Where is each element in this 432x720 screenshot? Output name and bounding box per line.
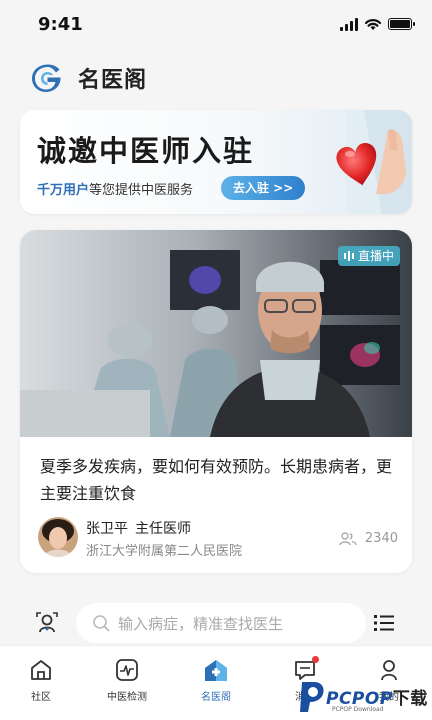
recruit-banner[interactable]: 诚邀中医师入驻 千万用户等您提供中医服务 去入驻 >> xyxy=(20,110,412,214)
status-bar: 9:41 xyxy=(0,0,432,52)
doctor-scan-icon[interactable] xyxy=(36,612,58,634)
viewer-count: 2340 xyxy=(339,531,398,546)
banner-subtitle: 千万用户等您提供中医服务 xyxy=(37,179,193,198)
people-icon xyxy=(339,531,357,545)
search-input[interactable]: 输入病症，精准查找医生 xyxy=(76,603,366,643)
banner-title: 诚邀中医师入驻 xyxy=(37,134,255,168)
nav-label-tcm-test: 中医检测 xyxy=(107,692,147,703)
doctor-hospital: 浙江大学附属第二人民医院 xyxy=(86,544,243,559)
home-icon xyxy=(31,660,51,680)
search-row: 输入病症，精准查找医生 xyxy=(20,603,412,643)
join-button[interactable]: 去入驻 >> xyxy=(221,176,306,200)
banner-subtitle-text: 等您提供中医服务 xyxy=(89,183,194,198)
app-logo-icon xyxy=(32,64,61,92)
nav-label-community: 社区 xyxy=(31,692,51,703)
list-menu-icon[interactable] xyxy=(374,614,394,632)
avatar xyxy=(38,517,78,557)
status-icons xyxy=(340,17,415,31)
battery-icon xyxy=(388,18,415,30)
live-badge: 直播中 xyxy=(337,246,400,266)
nav-item-community[interactable]: 社区 xyxy=(6,656,76,703)
pulse-icon xyxy=(116,659,138,681)
live-stream-card[interactable]: 直播中 夏季多发疾病，要如何有效预防。长期患病者，更主要注重饮食 张卫平 主任医… xyxy=(20,230,412,573)
heart-in-hand-illustration xyxy=(336,110,412,214)
nav-item-tcm-test[interactable]: 中医检测 xyxy=(92,656,162,703)
nav-label-famous-doctors: 名医阁 xyxy=(201,692,231,703)
hospital-icon xyxy=(205,660,227,681)
watermark-logo-icon xyxy=(300,682,324,712)
doctor-title: 主任医师 xyxy=(135,521,191,537)
watermark-sub: PCPOP Download xyxy=(332,706,384,713)
cellular-signal-icon xyxy=(340,17,358,31)
app-header: 名医阁 xyxy=(32,62,147,94)
doctor-info: 张卫平 主任医师 浙江大学附属第二人民医院 2340 xyxy=(38,517,398,559)
doctor-name: 张卫平 xyxy=(86,521,128,537)
wifi-icon xyxy=(364,19,382,30)
live-badge-label: 直播中 xyxy=(357,249,394,263)
viewer-count-value: 2340 xyxy=(364,531,398,546)
live-indicator-icon xyxy=(343,251,354,261)
status-time: 9:41 xyxy=(38,14,83,35)
search-icon xyxy=(93,615,110,632)
watermark: PCPOP下载 PCPOP Download xyxy=(296,676,432,720)
page-title: 名医阁 xyxy=(78,68,148,93)
banner-subtitle-highlight: 千万用户 xyxy=(37,183,90,198)
live-title: 夏季多发疾病，要如何有效预防。长期患病者，更主要注重饮食 xyxy=(40,457,393,503)
search-placeholder: 输入病症，精准查找医生 xyxy=(118,614,284,633)
unread-dot xyxy=(312,656,319,663)
nav-item-famous-doctors[interactable]: 名医阁 xyxy=(181,656,251,703)
